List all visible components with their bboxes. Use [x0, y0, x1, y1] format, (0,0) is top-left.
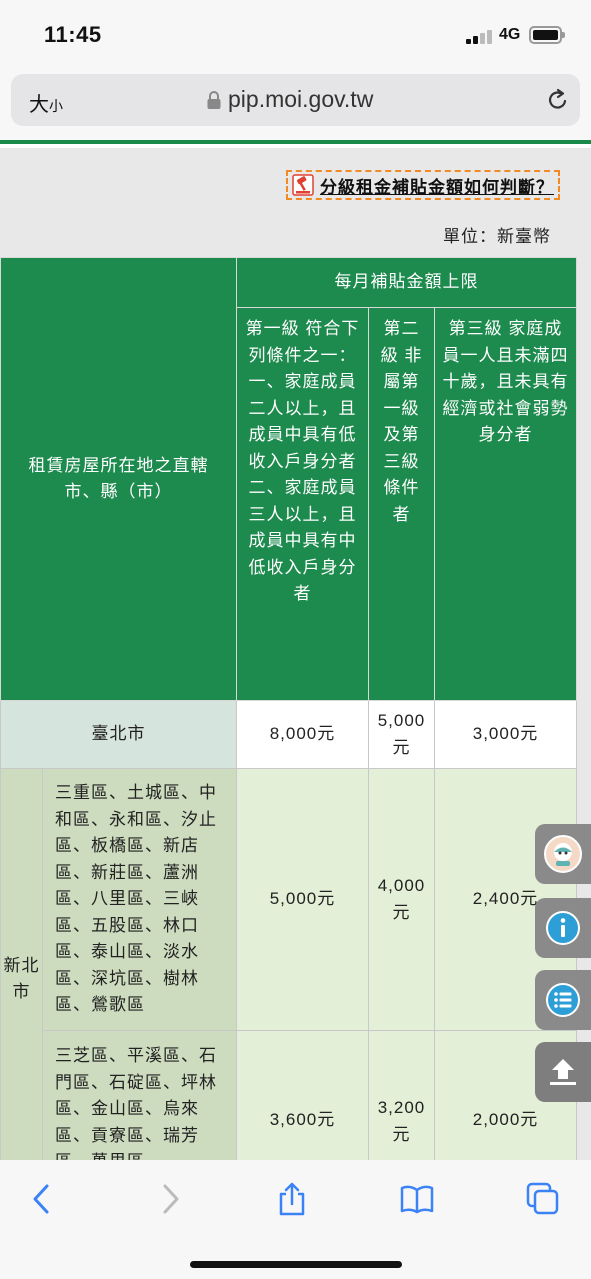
help-link[interactable]: 分級租金補貼金額如何判斷？	[286, 170, 560, 200]
help-link-label[interactable]: 分級租金補貼金額如何判斷？	[320, 173, 554, 198]
header-level2: 第二級 非屬第一級及第三級條件者	[368, 307, 435, 701]
signal-icon	[466, 28, 494, 44]
district-list: 三重區、土城區、中和區、永和區、汐止區、板橋區、新店區、新莊區、蘆洲區、八里區、…	[42, 768, 237, 1031]
url-text[interactable]: pip.moi.gov.tw	[228, 86, 373, 113]
info-icon	[546, 911, 580, 945]
browser-header: 大小 pip.moi.gov.tw	[0, 66, 591, 140]
amount-cell: 3,000元	[433, 700, 578, 769]
text-size-button[interactable]: 大小	[29, 88, 63, 117]
currency-unit: 單位：新臺幣	[443, 227, 551, 246]
amount-cell: 5,000元	[236, 768, 369, 1031]
menu-button[interactable]	[535, 970, 591, 1030]
amount-cell: 4,000元	[368, 768, 435, 1031]
header-level3: 第三級 家庭成員一人且未滿四十歲，且未具有經濟或社會弱勢身分者	[433, 307, 578, 701]
home-indicator	[190, 1261, 402, 1268]
lock-icon	[207, 91, 221, 109]
status-time: 11:45	[44, 22, 102, 47]
page-content: 分級租金補貼金額如何判斷？ 單位：新臺幣 租賃房屋所在地之直轄市、縣（市） 每月…	[0, 140, 591, 1160]
district-list: 三芝區、平溪區、石門區、石碇區、坪林區、金山區、烏來區、貢寮區、瑞芳區、萬里區	[42, 1030, 237, 1160]
header-monthly: 每月補貼金額上限	[235, 257, 578, 308]
amount-cell: 8,000元	[236, 700, 369, 769]
list-icon	[546, 983, 580, 1017]
table-row: 臺北市 8,000元 5,000元 3,000元	[0, 700, 578, 769]
table-row: 三芝區、平溪區、石門區、石碇區、坪林區、金山區、烏來區、貢寮區、瑞芳區、萬里區 …	[1, 1030, 578, 1160]
tabs-icon[interactable]	[526, 1182, 560, 1216]
hammer-icon	[292, 174, 314, 196]
status-bar: 11:45 4G	[0, 0, 591, 66]
address-bar[interactable]: 大小 pip.moi.gov.tw	[11, 74, 580, 126]
subsidy-table: 租賃房屋所在地之直轄市、縣（市） 每月補貼金額上限 第一級 符合下列條件之一： …	[0, 257, 578, 1160]
info-button[interactable]	[535, 898, 591, 958]
battery-icon	[529, 26, 565, 44]
amount-cell: 5,000元	[368, 700, 435, 769]
scroll-top-button[interactable]	[535, 1042, 591, 1102]
city-cell: 臺北市	[0, 700, 237, 769]
mascot-icon	[544, 835, 582, 873]
browser-toolbar	[0, 1160, 591, 1279]
network-type: 4G	[499, 26, 521, 43]
back-icon[interactable]	[25, 1182, 59, 1216]
table-row: 新北市 三重區、土城區、中和區、永和區、汐止區、板橋區、新店區、新莊區、蘆洲區、…	[0, 768, 578, 1160]
mascot-button[interactable]	[535, 824, 591, 884]
reload-icon[interactable]	[547, 88, 569, 112]
amount-cell: 3,200元	[368, 1030, 435, 1160]
header-level1: 第一級 符合下列條件之一： 一、家庭成員二人以上，且成員中具有低收入戶身分者 二…	[236, 307, 369, 701]
bookmarks-icon[interactable]	[400, 1182, 434, 1216]
header-location: 租賃房屋所在地之直轄市、縣（市）	[0, 257, 237, 701]
forward-icon[interactable]	[153, 1182, 187, 1216]
arrow-up-icon	[550, 1059, 576, 1085]
share-icon[interactable]	[275, 1182, 309, 1216]
city-cell: 新北市	[0, 768, 43, 1160]
amount-cell: 3,600元	[236, 1030, 369, 1160]
